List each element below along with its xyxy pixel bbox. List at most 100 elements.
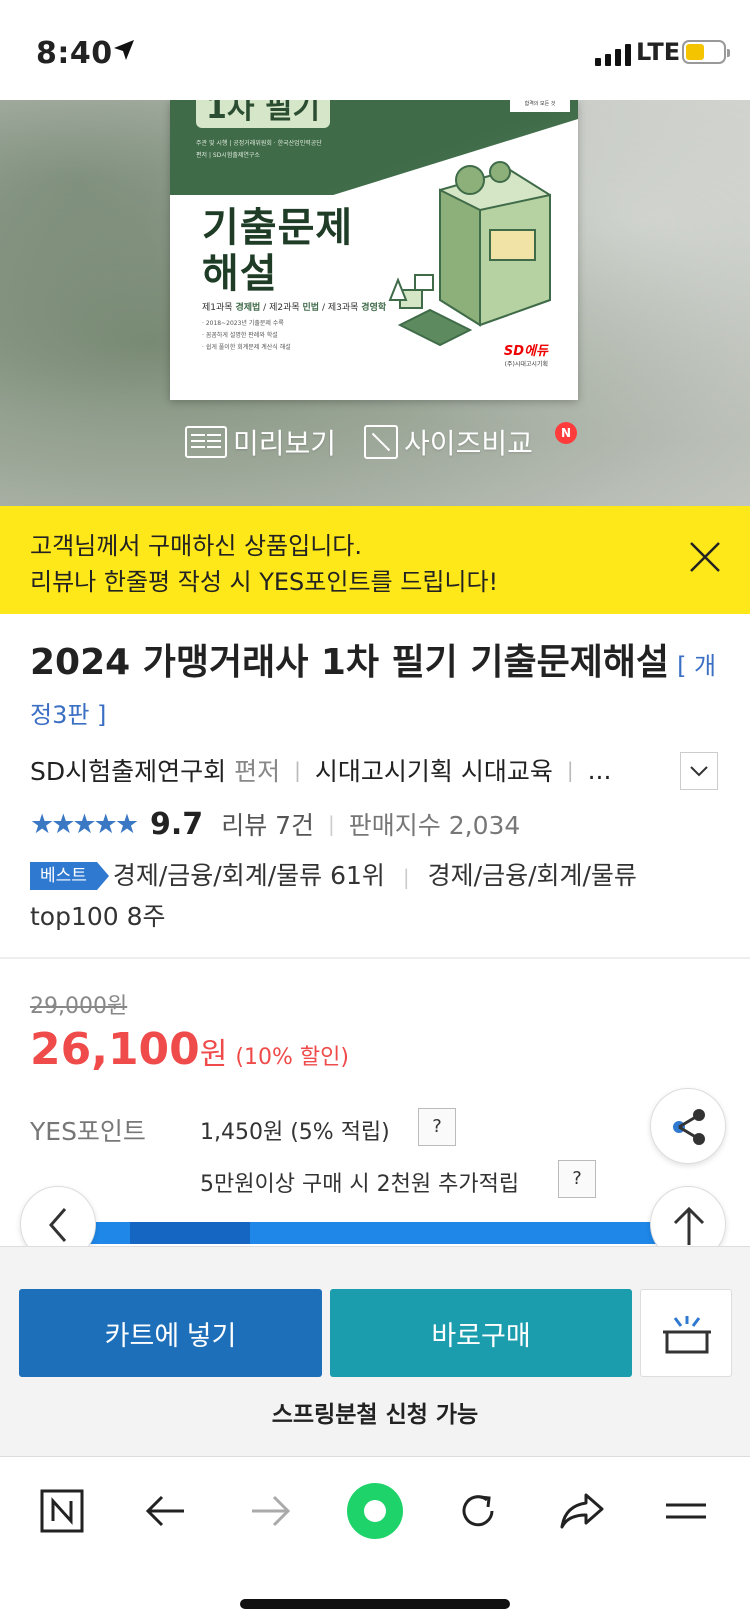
subject-prefix: 제2과목 — [269, 303, 300, 313]
location-arrow-icon — [114, 40, 134, 60]
reload-button[interactable] — [448, 1481, 508, 1541]
cover-badge: 1차 필기 — [196, 100, 331, 128]
signal-icon — [595, 42, 631, 66]
close-icon[interactable] — [688, 540, 722, 574]
cover-illustration — [388, 161, 551, 347]
product-title: 2024 가맹거래사 1차 필기 기출문제해설[ 개정3판 ] — [30, 640, 720, 738]
review-count-link[interactable]: 리뷰 7건 — [221, 806, 314, 842]
star-rating-icon: ★★★★★ — [30, 808, 139, 840]
book-cover[interactable]: 1차 필기 합격의 모든 것 주관 및 시행 | 공정거래위원회 · 한국산업인… — [170, 100, 578, 400]
home-indicator — [240, 1599, 510, 1609]
share-arrow-icon — [560, 1493, 604, 1529]
discount-rate: (10% 할인) — [235, 1045, 349, 1070]
notice-text: 고객님께서 구매하신 상품입니다. 리뷰나 한줄평 작성 시 YES포인트를 드… — [30, 528, 498, 600]
purchase-notice-banner: 고객님께서 구매하신 상품입니다. 리뷰나 한줄평 작성 시 YES포인트를 드… — [0, 506, 750, 614]
back-button[interactable] — [136, 1481, 196, 1541]
extra-points-help-button[interactable]: ? — [558, 1160, 596, 1198]
cover-title-line: 해설 — [202, 251, 278, 297]
reload-icon — [462, 1495, 494, 1527]
green-dot-icon — [347, 1483, 403, 1539]
hero-actions: 미리보기 사이즈비교 — [185, 422, 533, 462]
battery-icon — [682, 40, 730, 64]
subject-prefix: 제1과목 — [202, 303, 233, 313]
divider: | — [566, 758, 574, 782]
best-rank[interactable]: 경제/금융/회계/물류 61위 — [113, 861, 385, 890]
subject-name: 민법 — [302, 303, 320, 313]
chevron-down-icon — [690, 766, 708, 777]
installment-notice[interactable]: 스프링분철 신청 가능 — [0, 1395, 750, 1429]
notice-line: 고객님께서 구매하신 상품입니다. — [30, 532, 363, 560]
subject-prefix: 제3과목 — [327, 303, 359, 313]
naver-home-icon — [40, 1489, 84, 1533]
buy-now-button[interactable]: 바로구매 — [330, 1289, 632, 1377]
brand-logo: SD에듀 — [503, 344, 548, 359]
cover-info-line: 주관 및 시행 | 공정거래위원회 · 한국산업인력공단 — [196, 140, 322, 147]
sale-price: 26,100원 (10% 할인) — [30, 1024, 349, 1075]
points-value: 1,450원 (5% 적립) — [200, 1120, 390, 1145]
best-badge: 베스트 — [30, 862, 109, 890]
sale-price-number: 26,100 — [30, 1024, 200, 1075]
author-role: 편저 — [234, 757, 281, 786]
cover-bullet: · 2018~2023년 기출문제 수록 — [202, 320, 284, 327]
gift-icon — [663, 1316, 711, 1354]
menu-icon — [666, 1503, 706, 1519]
cover-bullets: · 2018~2023년 기출문제 수록 · 꼼꼼하게 설명한 판례와 학설 ·… — [202, 318, 291, 354]
page: 8:40 LTE 1차 필기 합격의 모든 것 주관 및 시행 | 공정거래위원… — [0, 0, 750, 1624]
cover-subjects: 제1과목 경제법 / 제2과목 민법 / 제3과목 경영학 — [202, 303, 387, 313]
back-icon — [145, 1495, 184, 1527]
points-label: YES포인트 — [30, 1117, 146, 1146]
bestseller-row: 베스트 경제/금융/회계/물류 61위 | 경제/금융/회계/물류 top100 8… — [30, 856, 720, 937]
cover-tag: 합격의 모든 것 — [510, 100, 570, 112]
purchase-bar: 카트에 넣기 바로구매 스프링분철 신청 가능 — [0, 1246, 750, 1456]
expand-authors-button[interactable] — [680, 752, 718, 790]
cover-brand: SD에듀 (주)시대고시기획 — [504, 340, 548, 368]
new-badge: N — [555, 422, 577, 444]
naver-home-button[interactable] — [32, 1481, 92, 1541]
cover-bullet: · 꼼꼼하게 설명한 판례와 학설 — [202, 332, 278, 339]
green-dot-button[interactable] — [345, 1481, 405, 1541]
rating-score: 9.7 — [150, 806, 204, 842]
status-bar: 8:40 LTE — [0, 0, 750, 100]
share-page-button[interactable] — [552, 1481, 612, 1541]
cover-title: 기출문제 해설 — [202, 205, 353, 297]
more-text: ... — [587, 755, 612, 785]
brand-sub: (주)시대고시기획 — [504, 361, 548, 368]
add-to-cart-button[interactable]: 카트에 넣기 — [19, 1289, 322, 1377]
size-compare-icon — [364, 425, 399, 459]
cover-bullet: · 쉽게 풀이한 회계문제 계산식 해설 — [202, 344, 291, 351]
sales-index: 판매지수 2,034 — [348, 811, 521, 840]
status-time: 8:40 — [36, 36, 113, 71]
author-link[interactable]: SD시험출제연구회 — [30, 752, 226, 788]
points-help-button[interactable]: ? — [418, 1108, 456, 1146]
author-row: SD시험출제연구회 편저 | 시대고시기획 시대교육 | ... — [30, 752, 611, 788]
product-image-area[interactable]: 1차 필기 합격의 모든 것 주관 및 시행 | 공정거래위원회 · 한국산업인… — [0, 100, 750, 506]
promo-strip[interactable] — [30, 1222, 720, 1244]
browser-toolbar — [0, 1456, 750, 1624]
sale-price-unit: 원 — [199, 1037, 228, 1072]
menu-button[interactable] — [656, 1481, 716, 1541]
subject-name: 경제법 — [235, 303, 261, 313]
section-divider — [0, 957, 750, 959]
divider: | — [328, 812, 335, 836]
forward-icon — [252, 1495, 291, 1527]
preview-button[interactable]: 미리보기 — [185, 422, 336, 462]
divider: | — [294, 758, 301, 782]
product-title-text: 2024 가맹거래사 1차 필기 기출문제해설 — [30, 642, 670, 683]
size-compare-label: 사이즈비교 — [404, 427, 533, 460]
publisher-link[interactable]: 시대고시기획 시대교육 — [315, 752, 553, 788]
preview-icon — [185, 426, 227, 458]
points-extra: 5만원이상 구매 시 2천원 추가적립 — [200, 1172, 520, 1197]
cover-title-line: 기출문제 — [202, 205, 354, 251]
share-button[interactable] — [650, 1088, 726, 1164]
share-icon — [673, 1109, 705, 1145]
network-label: LTE — [636, 38, 681, 66]
original-price: 29,000원 — [30, 994, 128, 1019]
divider: | — [402, 865, 410, 889]
preview-label: 미리보기 — [233, 427, 337, 460]
notice-line: 리뷰나 한줄평 작성 시 YES포인트를 드립니다! — [30, 568, 499, 596]
promo-strip-tab — [130, 1222, 250, 1244]
rating-row: ★★★★★ 9.7 리뷰 7건 | 판매지수 2,034 — [30, 806, 520, 842]
gift-button[interactable] — [640, 1289, 732, 1377]
forward-button[interactable] — [240, 1481, 300, 1541]
size-compare-button[interactable]: 사이즈비교 — [364, 422, 533, 462]
